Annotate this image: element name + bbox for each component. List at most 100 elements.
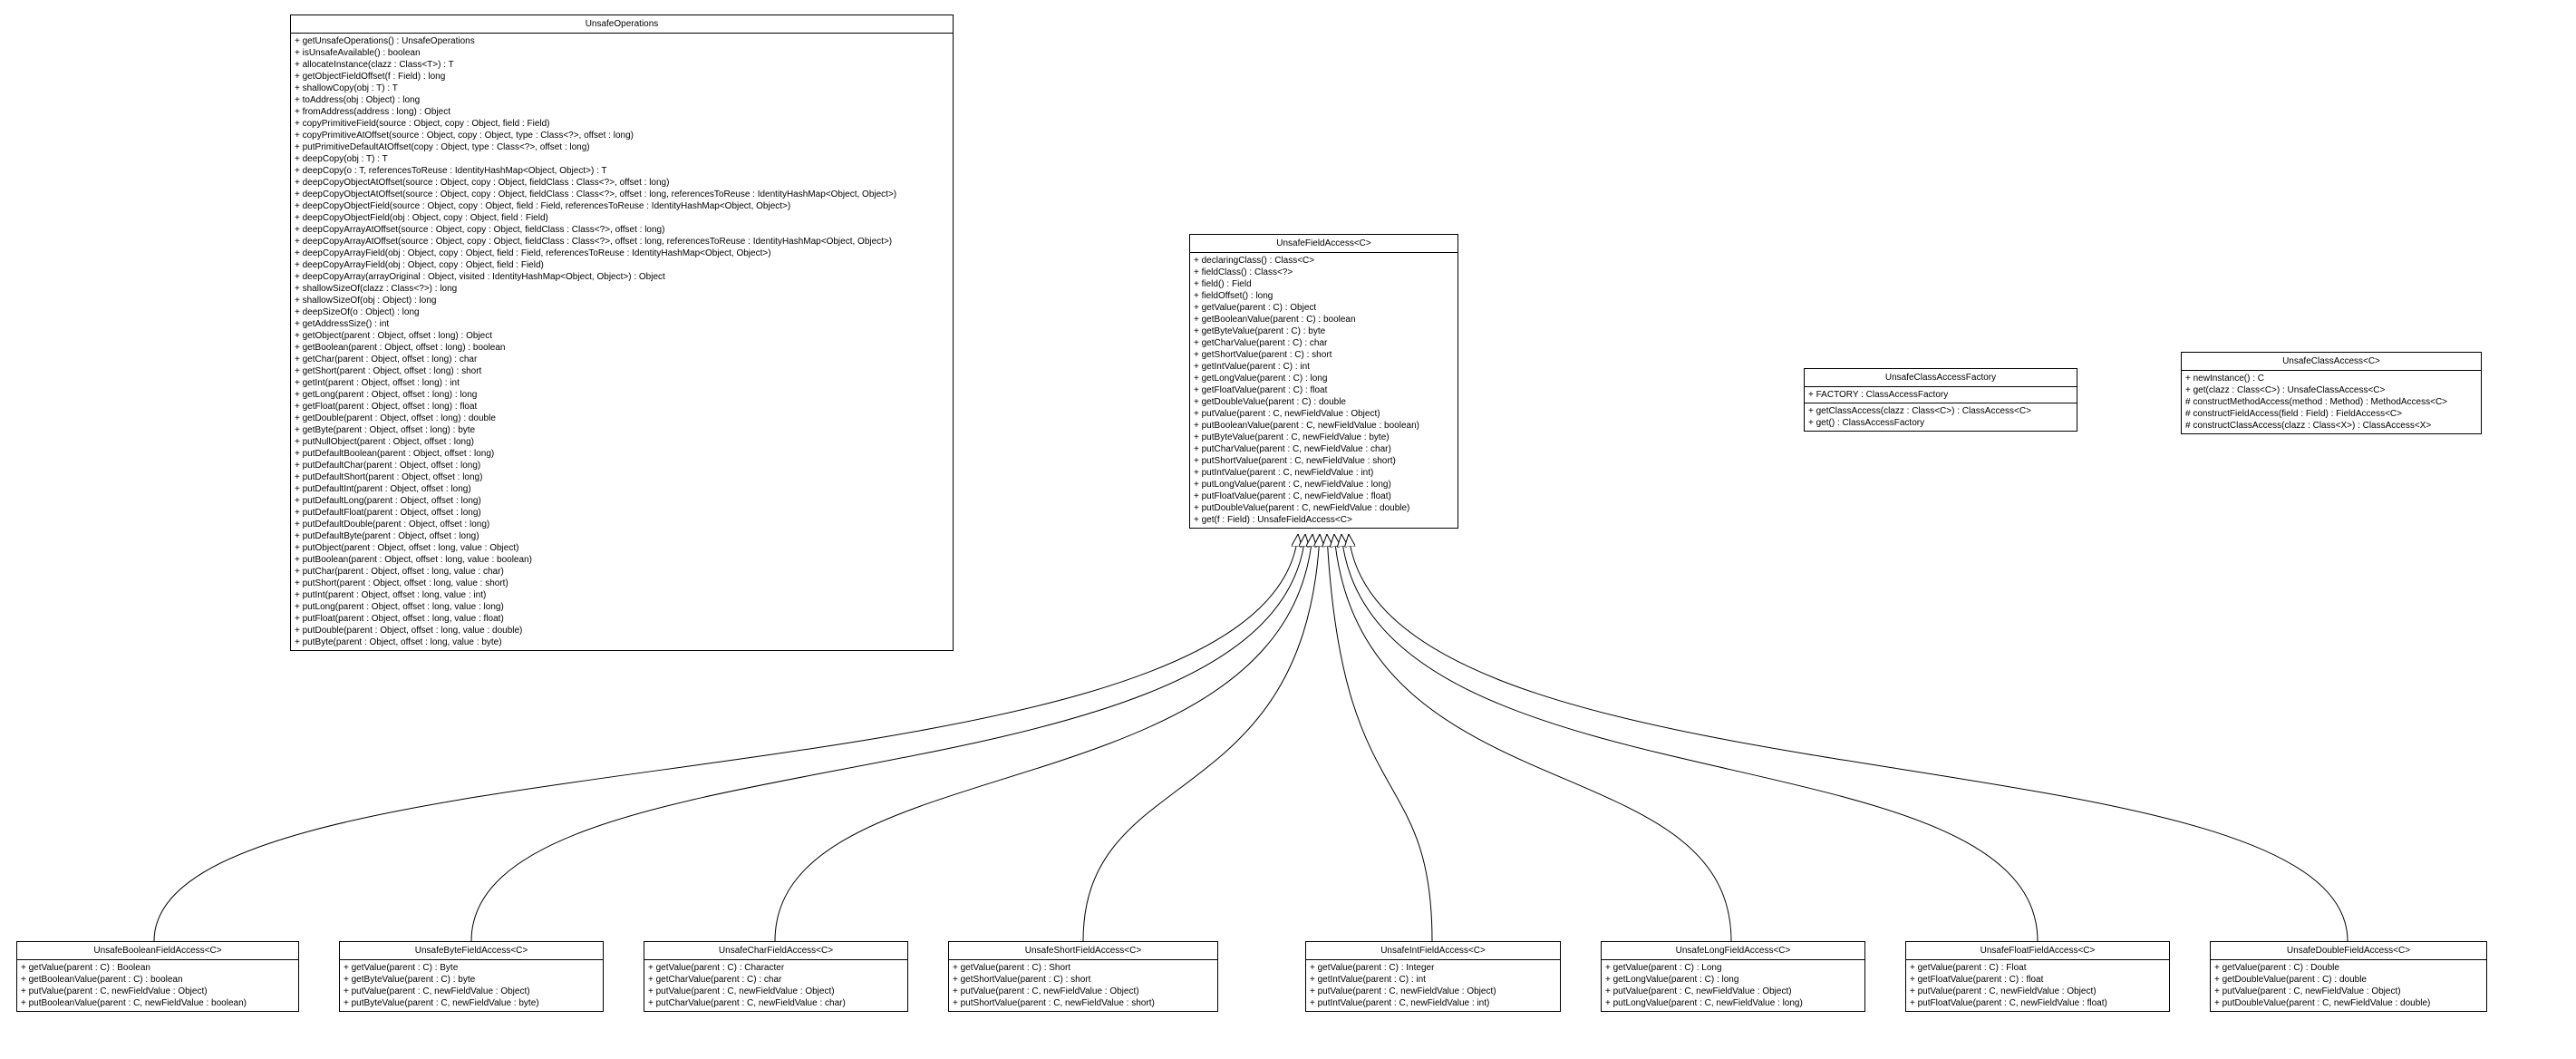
member-row: + putDefaultBoolean(parent : Object, off… xyxy=(295,448,949,460)
class-title: UnsafeIntFieldAccess<C> xyxy=(1306,942,1560,960)
class-unsafe-byte-field-access: UnsafeByteFieldAccess<C> + getValue(pare… xyxy=(339,941,604,1012)
member-row: + getDoubleValue(parent : C) : double xyxy=(1194,396,1454,408)
member-row: + getByteValue(parent : C) : byte xyxy=(1194,325,1454,337)
member-row: + declaringClass() : Class<C> xyxy=(1194,255,1454,267)
member-row: + getObject(parent : Object, offset : lo… xyxy=(295,330,949,342)
member-row: + getIntValue(parent : C) : int xyxy=(1310,974,1556,986)
member-row: + putValue(parent : C, newFieldValue : O… xyxy=(344,986,599,997)
member-row: + getShort(parent : Object, offset : lon… xyxy=(295,365,949,377)
class-unsafe-double-field-access: UnsafeDoubleFieldAccess<C> + getValue(pa… xyxy=(2210,941,2487,1012)
member-row: + putDouble(parent : Object, offset : lo… xyxy=(295,625,949,636)
member-row: + get(clazz : Class<C>) : UnsafeClassAcc… xyxy=(2185,384,2477,396)
member-row: + getShortValue(parent : C) : short xyxy=(953,974,1214,986)
member-row: + deepCopyObjectAtOffset(source : Object… xyxy=(295,177,949,189)
member-row: + get() : ClassAccessFactory xyxy=(1808,417,2073,429)
member-row: + getBooleanValue(parent : C) : boolean xyxy=(1194,314,1454,325)
member-row: + getValue(parent : C) : Byte xyxy=(344,962,599,974)
class-title: UnsafeBooleanFieldAccess<C> xyxy=(17,942,298,960)
member-row: + getValue(parent : C) : Integer xyxy=(1310,962,1556,974)
member-row: + putCharValue(parent : C, newFieldValue… xyxy=(648,997,904,1009)
member-row: + field() : Field xyxy=(1194,278,1454,290)
member-row: + putNullObject(parent : Object, offset … xyxy=(295,436,949,448)
member-row: + putDefaultDouble(parent : Object, offs… xyxy=(295,519,949,530)
member-row: + putDefaultByte(parent : Object, offset… xyxy=(295,530,949,542)
member-row: + getBooleanValue(parent : C) : boolean xyxy=(21,974,295,986)
member-row: + getDoubleValue(parent : C) : double xyxy=(2214,974,2483,986)
member-row: + getByteValue(parent : C) : byte xyxy=(344,974,599,986)
member-row: + getAddressSize() : int xyxy=(295,318,949,330)
member-row: + putIntValue(parent : C, newFieldValue … xyxy=(1310,997,1556,1009)
member-row: + deepCopy(o : T, referencesToReuse : Id… xyxy=(295,165,949,177)
class-title: UnsafeByteFieldAccess<C> xyxy=(340,942,603,960)
member-row: + copyPrimitiveAtOffset(source : Object,… xyxy=(295,130,949,141)
class-title: UnsafeFieldAccess<C> xyxy=(1190,235,1457,253)
member-row: + putFloat(parent : Object, offset : lon… xyxy=(295,613,949,625)
class-title: UnsafeClassAccess<C> xyxy=(2182,353,2481,371)
member-row: + getLong(parent : Object, offset : long… xyxy=(295,389,949,401)
member-row: + putBooleanValue(parent : C, newFieldVa… xyxy=(1194,420,1454,432)
member-row: # constructMethodAccess(method : Method)… xyxy=(2185,396,2477,408)
member-row: + putValue(parent : C, newFieldValue : O… xyxy=(2214,986,2483,997)
member-row: + getShortValue(parent : C) : short xyxy=(1194,349,1454,361)
member-row: + putDefaultLong(parent : Object, offset… xyxy=(295,495,949,507)
class-unsafe-boolean-field-access: UnsafeBooleanFieldAccess<C> + getValue(p… xyxy=(16,941,299,1012)
member-row: + putInt(parent : Object, offset : long,… xyxy=(295,589,949,601)
class-unsafe-field-access: UnsafeFieldAccess<C> + declaringClass() … xyxy=(1189,234,1458,529)
member-row: + putValue(parent : C, newFieldValue : O… xyxy=(21,986,295,997)
member-row: + fieldOffset() : long xyxy=(1194,290,1454,302)
member-row: + putChar(parent : Object, offset : long… xyxy=(295,566,949,578)
member-row: + putShortValue(parent : C, newFieldValu… xyxy=(1194,455,1454,467)
member-row: + putValue(parent : C, newFieldValue : O… xyxy=(648,986,904,997)
class-title: UnsafeClassAccessFactory xyxy=(1805,369,2077,387)
member-row: + getFloatValue(parent : C) : float xyxy=(1910,974,2165,986)
member-row: + deepCopyArrayAtOffset(source : Object,… xyxy=(295,236,949,248)
member-row: + shallowSizeOf(clazz : Class<?>) : long xyxy=(295,283,949,295)
member-row: + getClassAccess(clazz : Class<C>) : Cla… xyxy=(1808,405,2073,417)
member-row: + putDefaultShort(parent : Object, offse… xyxy=(295,471,949,483)
class-title: UnsafeLongFieldAccess<C> xyxy=(1602,942,1864,960)
member-row: + putDefaultChar(parent : Object, offset… xyxy=(295,460,949,471)
member-row: + getValue(parent : C) : Boolean xyxy=(21,962,295,974)
member-row: + putDoubleValue(parent : C, newFieldVal… xyxy=(1194,502,1454,514)
member-row: + putValue(parent : C, newFieldValue : O… xyxy=(1605,986,1861,997)
member-row: + putCharValue(parent : C, newFieldValue… xyxy=(1194,443,1454,455)
member-row: + getValue(parent : C) : Short xyxy=(953,962,1214,974)
member-row: + putBooleanValue(parent : C, newFieldVa… xyxy=(21,997,295,1009)
member-row: + putValue(parent : C, newFieldValue : O… xyxy=(1194,408,1454,420)
member-row: + putValue(parent : C, newFieldValue : O… xyxy=(1910,986,2165,997)
member-row: + fieldClass() : Class<?> xyxy=(1194,267,1454,278)
member-row: + getCharValue(parent : C) : char xyxy=(1194,337,1454,349)
class-unsafe-short-field-access: UnsafeShortFieldAccess<C> + getValue(par… xyxy=(948,941,1218,1012)
class-unsafe-class-access-factory: UnsafeClassAccessFactory + FACTORY : Cla… xyxy=(1804,368,2077,432)
member-row: + putFloatValue(parent : C, newFieldValu… xyxy=(1910,997,2165,1009)
member-row: + putByteValue(parent : C, newFieldValue… xyxy=(1194,432,1454,443)
member-row: + putDefaultFloat(parent : Object, offse… xyxy=(295,507,949,519)
member-row: + getObjectFieldOffset(f : Field) : long xyxy=(295,71,949,83)
member-row: + deepCopyObjectField(source : Object, c… xyxy=(295,200,949,212)
class-unsafe-float-field-access: UnsafeFloatFieldAccess<C> + getValue(par… xyxy=(1905,941,2170,1012)
member-row: + putValue(parent : C, newFieldValue : O… xyxy=(953,986,1214,997)
class-title: UnsafeFloatFieldAccess<C> xyxy=(1906,942,2169,960)
class-title: UnsafeCharFieldAccess<C> xyxy=(644,942,907,960)
member-row: + deepCopyArrayAtOffset(source : Object,… xyxy=(295,224,949,236)
member-row: + getValue(parent : C) : Long xyxy=(1605,962,1861,974)
member-row: + putShort(parent : Object, offset : lon… xyxy=(295,578,949,589)
class-unsafe-char-field-access: UnsafeCharFieldAccess<C> + getValue(pare… xyxy=(644,941,908,1012)
member-row: + getValue(parent : C) : Float xyxy=(1910,962,2165,974)
member-row: + getLongValue(parent : C) : long xyxy=(1194,373,1454,384)
member-row: # constructFieldAccess(field : Field) : … xyxy=(2185,408,2477,420)
member-row: + putLong(parent : Object, offset : long… xyxy=(295,601,949,613)
member-row: + deepSizeOf(o : Object) : long xyxy=(295,306,949,318)
class-title: UnsafeOperations xyxy=(291,15,953,34)
member-row: + getLongValue(parent : C) : long xyxy=(1605,974,1861,986)
member-row: + getFloat(parent : Object, offset : lon… xyxy=(295,401,949,413)
member-row: + putFloatValue(parent : C, newFieldValu… xyxy=(1194,491,1454,502)
member-row: + getDouble(parent : Object, offset : lo… xyxy=(295,413,949,424)
class-unsafe-operations: UnsafeOperations + getUnsafeOperations()… xyxy=(290,15,954,651)
member-row: # constructClassAccess(clazz : Class<X>)… xyxy=(2185,420,2477,432)
member-row: + getChar(parent : Object, offset : long… xyxy=(295,354,949,365)
member-row: + getInt(parent : Object, offset : long)… xyxy=(295,377,949,389)
member-row: + getIntValue(parent : C) : int xyxy=(1194,361,1454,373)
class-title: UnsafeDoubleFieldAccess<C> xyxy=(2211,942,2486,960)
member-row: + getByte(parent : Object, offset : long… xyxy=(295,424,949,436)
